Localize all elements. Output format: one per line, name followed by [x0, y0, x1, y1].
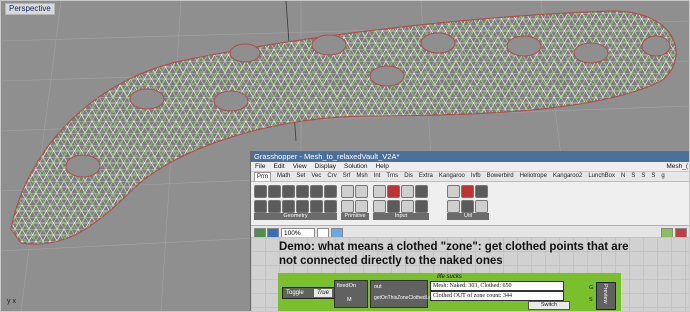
document-tab[interactable]: Mesh_( — [666, 162, 688, 171]
box-icon[interactable] — [282, 200, 295, 213]
demo-scribble: Demo: what means a clothed "zone": get c… — [279, 241, 629, 267]
point-icon[interactable] — [254, 185, 267, 198]
curve-icon[interactable] — [310, 185, 323, 198]
menu-bar: File Edit View Display Solution Help — [251, 162, 689, 172]
output-panel-1[interactable]: Mesh: Naked: 303, Clothed: 650 — [430, 281, 564, 291]
input-icons — [373, 185, 428, 213]
script-component[interactable]: out getOnThisZoneClothedLns — [370, 280, 434, 308]
mesh-icon[interactable] — [310, 200, 323, 213]
tab-s3[interactable]: S — [651, 172, 655, 181]
number-icon[interactable] — [355, 185, 368, 198]
tab-ivfb[interactable]: Ivfb — [471, 172, 481, 181]
tab-srf[interactable]: Srf — [343, 172, 351, 181]
vector-icon[interactable] — [268, 185, 281, 198]
scribble-icon[interactable] — [461, 200, 474, 213]
tab-int[interactable]: Int — [374, 172, 381, 181]
panel-icon[interactable] — [401, 185, 414, 198]
tab-trns[interactable]: Trns — [386, 172, 398, 181]
tab-n[interactable]: N — [621, 172, 625, 181]
text-icon[interactable] — [355, 200, 368, 213]
menu-display[interactable]: Display — [315, 162, 336, 171]
definition-canvas[interactable]: Demo: what means a clothed "zone": get c… — [251, 237, 689, 311]
tab-kangaroo2[interactable]: Kangaroo2 — [553, 172, 582, 181]
viewport-title[interactable]: Perspective — [5, 3, 55, 15]
ribbon-label-util: Util — [447, 213, 489, 220]
color-icon[interactable] — [387, 200, 400, 213]
tab-lunchbox[interactable]: LunchBox — [588, 172, 615, 181]
surface-icon[interactable] — [324, 200, 337, 213]
cluster-icon[interactable] — [461, 185, 474, 198]
input-port[interactable]: fixedOn — [337, 283, 356, 289]
group-icon[interactable] — [475, 200, 488, 213]
tab-extra[interactable]: Extra — [419, 172, 433, 181]
tab-math[interactable]: Math — [277, 172, 290, 181]
rhino-window: Perspective y x Grasshopper - Mesh_to_re… — [0, 0, 690, 312]
primitive-icons — [341, 185, 368, 213]
preview-label: Preview — [602, 284, 608, 304]
toggle-icon[interactable] — [387, 185, 400, 198]
preview-port-g[interactable]: G — [589, 285, 593, 291]
tab-prm[interactable]: Prm — [254, 172, 271, 181]
grasshopper-window: Grasshopper - Mesh_to_relaxedVault_V2A* … — [250, 151, 689, 311]
output-port[interactable]: out — [374, 284, 382, 290]
tab-vec[interactable]: Vec — [311, 172, 321, 181]
button-icon[interactable] — [415, 185, 428, 198]
tab-msh[interactable]: Msh — [356, 172, 367, 181]
gradient-icon[interactable] — [401, 200, 414, 213]
tab-kangaroo[interactable]: Kangaroo — [439, 172, 465, 181]
preview-port-s[interactable]: S — [589, 297, 593, 303]
boolean-toggle[interactable]: Toggle True — [282, 287, 335, 299]
toggle-label: Toggle — [286, 290, 304, 296]
code-component[interactable]: fixedOn M — [334, 280, 368, 308]
geometry-icons — [254, 185, 337, 213]
graph-icon[interactable] — [415, 200, 428, 213]
arrow-icon[interactable] — [447, 185, 460, 198]
tab-bowerbird[interactable]: Bowerbird — [487, 172, 514, 181]
switch-component[interactable]: Switch — [528, 301, 570, 310]
component-group[interactable]: life sucks Toggle True fixedOn M out get… — [278, 273, 621, 311]
line-icon[interactable] — [324, 185, 337, 198]
circle-icon[interactable] — [282, 185, 295, 198]
brep-icon[interactable] — [296, 200, 309, 213]
tab-set[interactable]: Set — [296, 172, 305, 181]
tab-heliotrope[interactable]: Heliotrope — [520, 172, 547, 181]
toggle-value[interactable]: True — [314, 289, 332, 297]
component-ribbon: Geometry Primitive Input Util — [251, 182, 689, 226]
ribbon-label-primitive: Primitive — [341, 213, 369, 220]
output-panel-2[interactable]: Clothed OUT of zone count: 344 — [430, 291, 564, 301]
ribbon-label-geometry: Geometry — [254, 213, 337, 220]
tab-crv[interactable]: Crv — [327, 172, 336, 181]
plane-icon[interactable] — [254, 200, 267, 213]
window-title: Grasshopper - Mesh_to_relaxedVault_V2A* — [251, 152, 689, 162]
side-port[interactable]: M — [347, 297, 352, 303]
tab-s2[interactable]: S — [641, 172, 645, 181]
group-title: life sucks — [437, 274, 462, 280]
menu-help[interactable]: Help — [375, 162, 388, 171]
arc-icon[interactable] — [296, 185, 309, 198]
integer-icon[interactable] — [341, 200, 354, 213]
script-name: getOnThisZoneClothedLns — [374, 295, 434, 301]
tab-s1[interactable]: S — [631, 172, 635, 181]
jump-icon[interactable] — [475, 185, 488, 198]
axis-indicator: y x — [7, 298, 16, 305]
list-icon[interactable] — [373, 200, 386, 213]
tab-dis[interactable]: Dis — [404, 172, 413, 181]
menu-file[interactable]: File — [255, 162, 265, 171]
relay-icon[interactable] — [447, 200, 460, 213]
slider-icon[interactable] — [373, 185, 386, 198]
menu-edit[interactable]: Edit — [273, 162, 284, 171]
component-tabs: Prm Math Set Vec Crv Srf Msh Int Trns Di… — [251, 172, 689, 182]
preview-component[interactable]: G S Preview — [589, 282, 616, 310]
ribbon-label-input: Input — [373, 213, 429, 220]
util-icons — [447, 185, 488, 213]
tab-g[interactable]: g — [661, 172, 664, 181]
rectangle-icon[interactable] — [268, 200, 281, 213]
menu-solution[interactable]: Solution — [344, 162, 368, 171]
menu-view[interactable]: View — [293, 162, 307, 171]
boolean-icon[interactable] — [341, 185, 354, 198]
